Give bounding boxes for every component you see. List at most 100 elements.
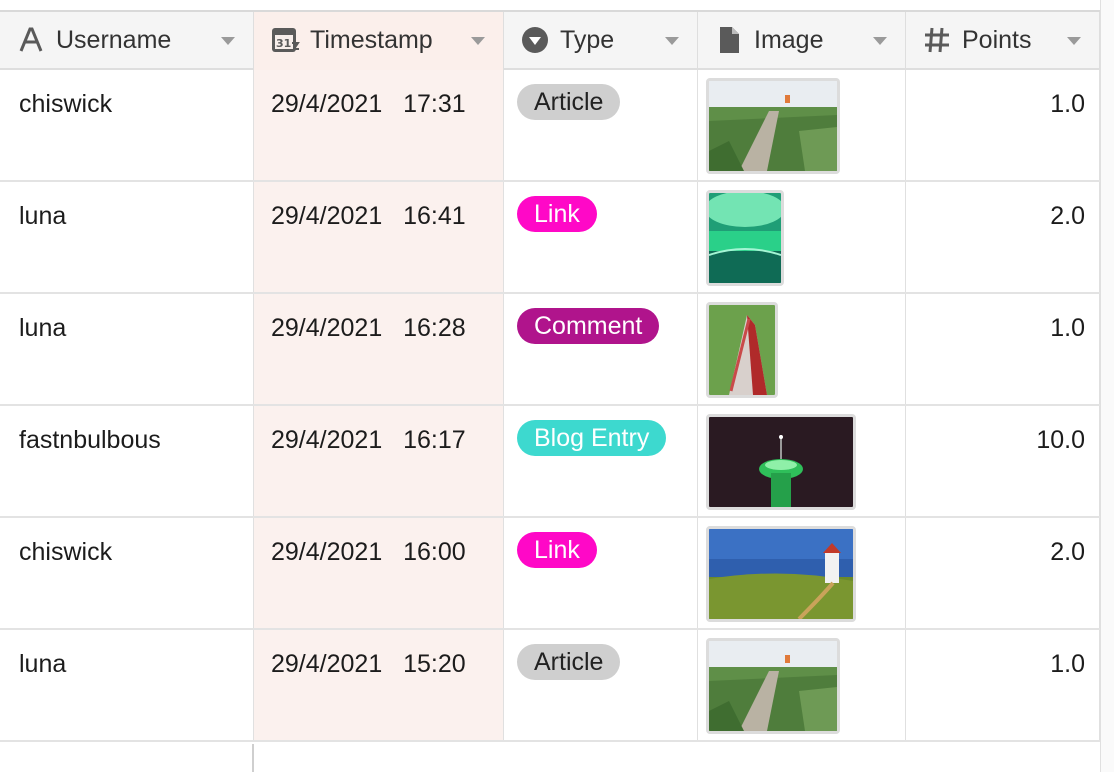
timestamp-date: 29/4/2021 (271, 90, 383, 118)
cell-type[interactable]: Blog Entry (504, 406, 698, 516)
cell-username[interactable]: fastnbulbous (0, 406, 254, 516)
cell-image[interactable] (698, 630, 906, 740)
cell-image[interactable] (698, 70, 906, 180)
text-field-icon (19, 27, 43, 52)
column-header-points[interactable]: Points (906, 12, 1100, 70)
column-header-label: Image (754, 26, 824, 54)
timestamp-time: 15:20 (403, 650, 466, 678)
cell-timestamp[interactable]: 29/4/2021 16:28 (254, 294, 504, 404)
cell-image[interactable] (698, 406, 906, 516)
cell-timestamp[interactable]: 29/4/2021 15:20 (254, 630, 504, 740)
points-value: 1.0 (1050, 90, 1085, 118)
type-tag: Article (517, 644, 621, 680)
cell-username[interactable]: chiswick (0, 70, 254, 180)
username-text: fastnbulbous (19, 426, 161, 454)
chevron-down-icon[interactable] (665, 37, 679, 45)
type-tag: Comment (517, 308, 660, 344)
table-row[interactable]: luna 29/4/2021 15:20 Article 1.0 (0, 630, 1100, 742)
chevron-down-icon[interactable] (221, 37, 235, 45)
cell-points[interactable]: 2.0 (906, 518, 1100, 628)
cell-type[interactable]: Link (504, 518, 698, 628)
cell-type[interactable]: Link (504, 182, 698, 292)
timestamp-text: 29/4/2021 16:00 (271, 538, 466, 567)
boardwalk-grass-thumbnail[interactable] (706, 78, 840, 174)
cell-type[interactable]: Article (504, 70, 698, 180)
cell-points[interactable]: 10.0 (906, 406, 1100, 516)
boardwalk-grass-thumbnail[interactable] (706, 638, 840, 734)
table-row[interactable]: luna 29/4/2021 16:41 Link 2.0 (0, 182, 1100, 294)
username-text: luna (19, 202, 67, 230)
footer-cell (0, 744, 254, 772)
timestamp-date: 29/4/2021 (271, 202, 383, 230)
timestamp-text: 29/4/2021 15:20 (271, 650, 466, 679)
cell-image[interactable] (698, 294, 906, 404)
chevron-down-icon[interactable] (471, 37, 485, 45)
column-header-label: Timestamp (310, 26, 433, 54)
red-tower-thumbnail[interactable] (706, 302, 778, 398)
single-select-icon (522, 27, 548, 53)
table-row[interactable]: chiswick 29/4/2021 17:31 Article 1.0 (0, 70, 1100, 182)
timestamp-time: 16:41 (403, 202, 466, 230)
cell-username[interactable]: chiswick (0, 518, 254, 628)
grid-right-edge (1100, 0, 1114, 772)
cell-points[interactable]: 1.0 (906, 294, 1100, 404)
type-tag: Link (517, 196, 597, 232)
cell-type[interactable]: Article (504, 630, 698, 740)
username-text: chiswick (19, 538, 113, 566)
cell-type[interactable]: Comment (504, 294, 698, 404)
type-tag: Article (517, 84, 621, 120)
column-header-username[interactable]: Username (0, 12, 254, 70)
cell-image[interactable] (698, 518, 906, 628)
calendar-formula-icon: 31 (272, 28, 300, 52)
chevron-down-icon[interactable] (873, 37, 887, 45)
attachment-file-icon (720, 27, 739, 53)
timestamp-date: 29/4/2021 (271, 538, 383, 566)
timestamp-text: 29/4/2021 17:31 (271, 90, 466, 119)
points-value: 10.0 (1036, 426, 1085, 454)
lighthouse-meadow-thumbnail[interactable] (706, 526, 856, 622)
cell-username[interactable]: luna (0, 294, 254, 404)
timestamp-time: 16:00 (403, 538, 466, 566)
column-header-image[interactable]: Image (698, 12, 906, 70)
cell-points[interactable]: 1.0 (906, 70, 1100, 180)
cell-image[interactable] (698, 182, 906, 292)
timestamp-text: 29/4/2021 16:41 (271, 202, 466, 231)
username-text: luna (19, 650, 67, 678)
column-header-type[interactable]: Type (504, 12, 698, 70)
data-grid: Username 31 Timestamp Type Image Points … (0, 0, 1114, 772)
username-text: luna (19, 314, 67, 342)
cell-username[interactable]: luna (0, 182, 254, 292)
cell-points[interactable]: 1.0 (906, 630, 1100, 740)
cell-points[interactable]: 2.0 (906, 182, 1100, 292)
timestamp-text: 29/4/2021 16:17 (271, 426, 466, 455)
points-value: 2.0 (1050, 202, 1085, 230)
type-tag: Link (517, 532, 597, 568)
timestamp-date: 29/4/2021 (271, 314, 383, 342)
timestamp-time: 17:31 (403, 90, 466, 118)
timestamp-text: 29/4/2021 16:28 (271, 314, 466, 343)
table-row[interactable]: chiswick 29/4/2021 16:00 Link 2.0 (0, 518, 1100, 630)
table-row[interactable]: luna 29/4/2021 16:28 Comment 1.0 (0, 294, 1100, 406)
timestamp-date: 29/4/2021 (271, 426, 383, 454)
points-value: 1.0 (1050, 314, 1085, 342)
chevron-down-icon[interactable] (1067, 37, 1081, 45)
green-tunnel-thumbnail[interactable] (706, 190, 784, 286)
timestamp-date: 29/4/2021 (271, 650, 383, 678)
cell-timestamp[interactable]: 29/4/2021 16:00 (254, 518, 504, 628)
type-tag: Blog Entry (517, 420, 667, 456)
cell-timestamp[interactable]: 29/4/2021 16:17 (254, 406, 504, 516)
points-value: 2.0 (1050, 538, 1085, 566)
grid-footer (0, 744, 1100, 772)
green-lit-tower-night-thumbnail[interactable] (706, 414, 856, 510)
column-header-label: Points (962, 26, 1032, 54)
cell-timestamp[interactable]: 29/4/2021 16:41 (254, 182, 504, 292)
grid-top-border (0, 0, 1100, 12)
column-header-label: Username (56, 26, 172, 54)
column-header-timestamp[interactable]: 31 Timestamp (254, 12, 504, 70)
cell-username[interactable]: luna (0, 630, 254, 740)
column-header-label: Type (560, 26, 615, 54)
column-header-row: Username 31 Timestamp Type Image Points (0, 12, 1100, 70)
table-row[interactable]: fastnbulbous 29/4/2021 16:17 Blog Entry 10.… (0, 406, 1100, 518)
calendar-badge-text: 31 (276, 37, 291, 50)
cell-timestamp[interactable]: 29/4/2021 17:31 (254, 70, 504, 180)
